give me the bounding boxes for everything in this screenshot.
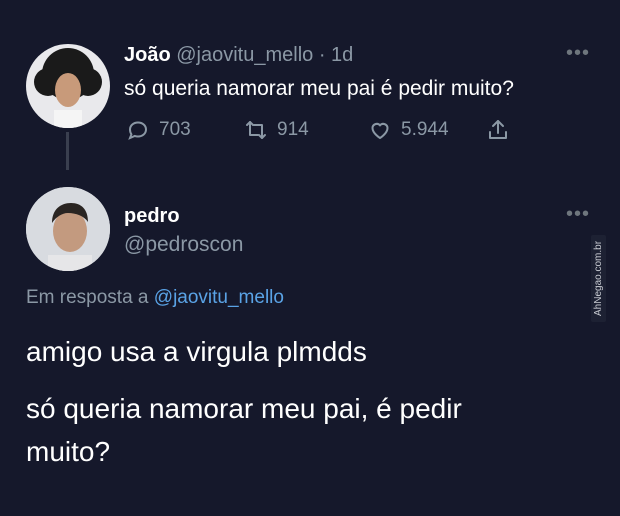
share-button[interactable] [486,118,510,142]
reply-to-link[interactable]: @jaovitu_mello [154,287,284,308]
share-icon [489,120,507,139]
heart-icon [371,122,389,140]
retweet-button[interactable]: 914 [244,118,309,142]
reply-icon [128,121,148,140]
avatar-joao[interactable] [26,44,110,128]
retweet-count: 914 [277,119,309,140]
retweet-icon [246,121,266,139]
reply-prefix: Em resposta a [26,287,149,308]
tweet2-text-line1: amigo usa a virgula plmdds [26,336,367,367]
tweet2-author-name[interactable]: pedro [124,205,180,228]
reply-button[interactable]: 703 [126,118,191,142]
tweet1-text: só queria namorar meu pai é pedir muito? [124,77,514,100]
watermark: AhNegao.com.br [591,234,606,322]
reply-count: 703 [159,119,191,140]
tweet2-text-line2: só queria namorar meu pai, é pedir [26,393,462,424]
tweet1-timestamp[interactable]: · 1d [319,44,353,66]
tweet1-author-handle[interactable]: @jaovitu_mello [176,44,313,66]
tweet1-more-icon[interactable]: ••• [566,42,590,65]
tweet1-header: João @jaovitu_mello · 1d [124,44,353,67]
like-button[interactable]: 5.944 [368,118,449,142]
like-count: 5.944 [401,119,449,140]
avatar-pedro[interactable] [26,187,110,271]
tweet2-author-handle[interactable]: @pedroscon [124,233,243,257]
tweet2-more-icon[interactable]: ••• [566,203,590,226]
tweet1-author-name[interactable]: João [124,44,171,66]
reply-context: Em resposta a @jaovitu_mello [26,287,284,309]
tweet2-text-line3: muito? [26,436,111,467]
thread-line [66,132,69,170]
